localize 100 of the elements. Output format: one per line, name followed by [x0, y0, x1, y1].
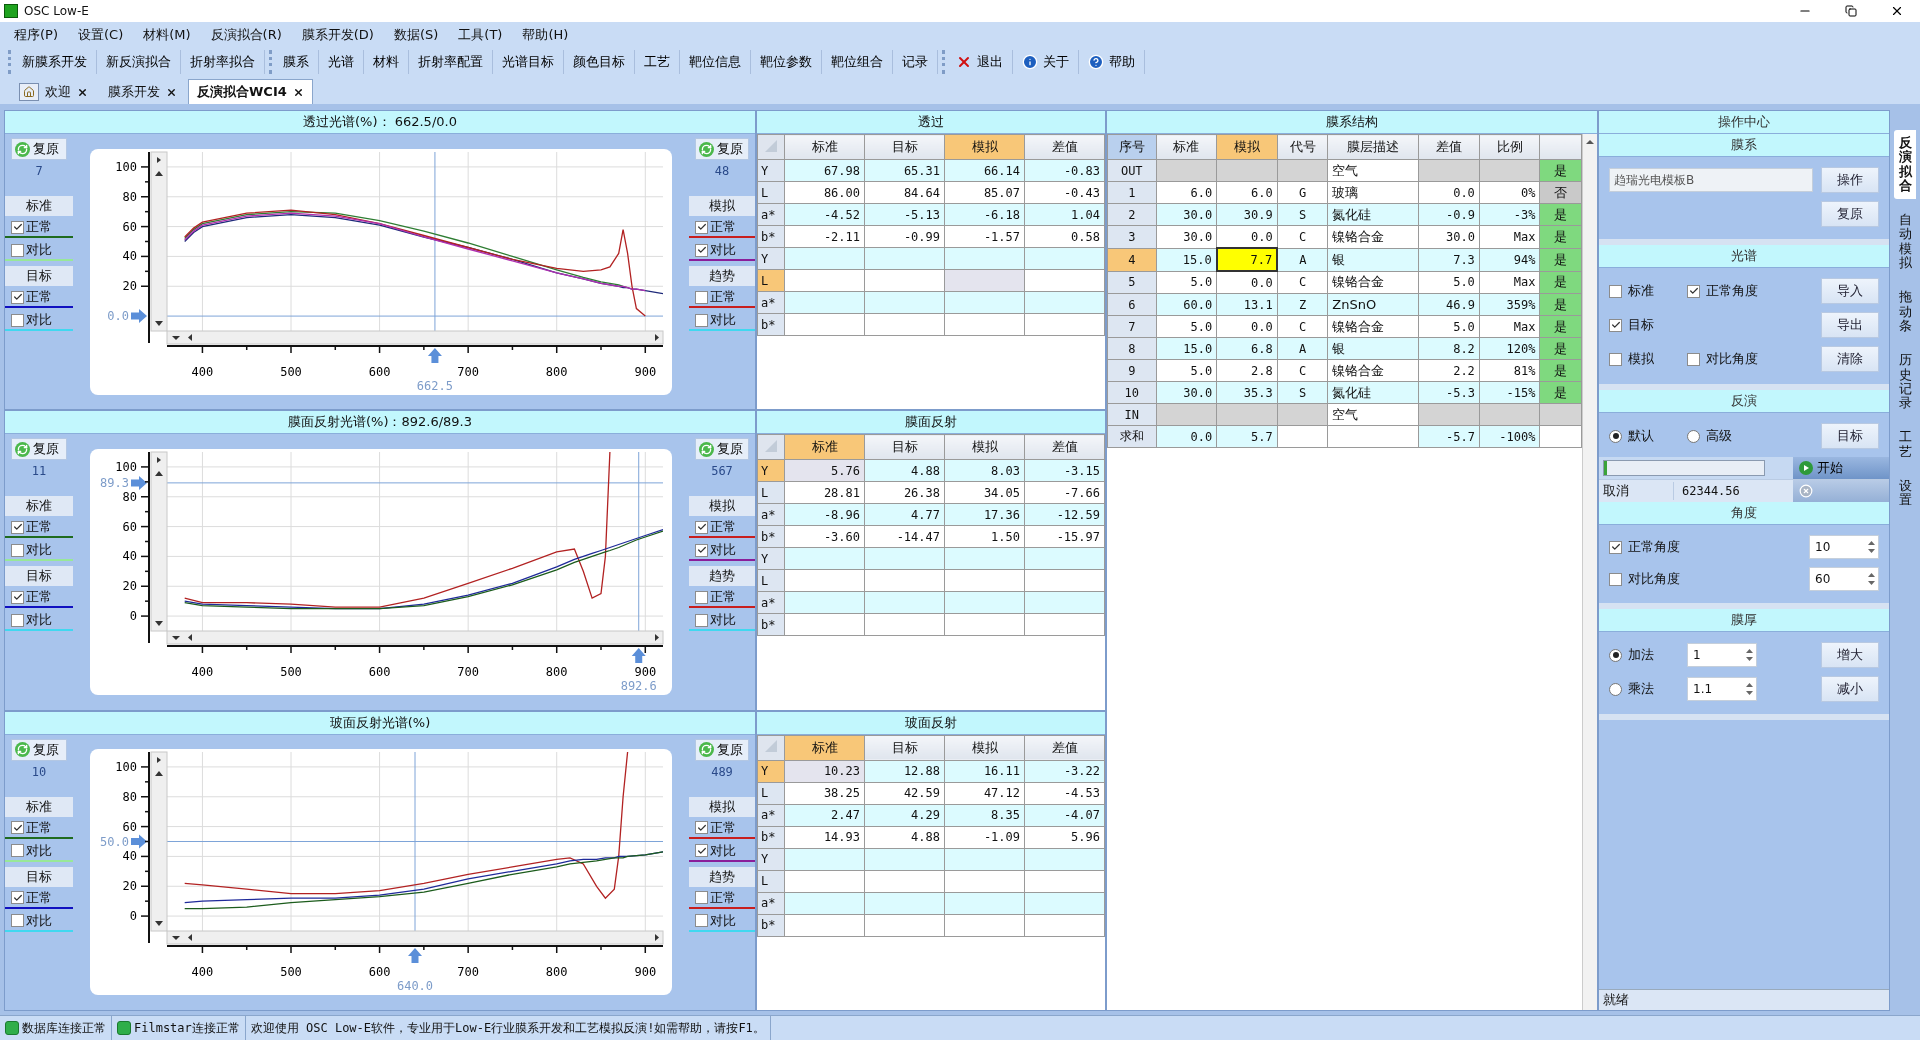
side-tab[interactable]: 拖动条: [1894, 284, 1916, 340]
checkbox[interactable]: [695, 243, 708, 257]
row-header[interactable]: a*: [757, 503, 785, 526]
toolbar-button[interactable]: 颜色目标: [564, 50, 635, 74]
side-tab[interactable]: 设置: [1894, 473, 1916, 514]
action-button[interactable]: 导入: [1821, 278, 1879, 304]
row-header[interactable]: b*: [757, 225, 785, 248]
toolbar-button[interactable]: 帮助: [1079, 50, 1145, 74]
row-header[interactable]: a*: [757, 591, 785, 614]
row-header[interactable]: 6: [1107, 293, 1156, 316]
spin-field[interactable]: 10: [1809, 535, 1879, 559]
checkbox[interactable]: [11, 220, 24, 234]
row-header[interactable]: IN: [1107, 403, 1156, 426]
action-button[interactable]: 操作: [1821, 167, 1879, 193]
checkbox[interactable]: [11, 290, 24, 304]
row-header[interactable]: Y: [757, 760, 785, 783]
checkbox[interactable]: [1609, 572, 1622, 586]
toolbar-button[interactable]: 光谱目标: [493, 50, 564, 74]
row-header[interactable]: 4: [1107, 248, 1156, 271]
tab[interactable]: 膜系开发: [99, 79, 186, 104]
toolbar-button[interactable]: 关于: [1013, 50, 1079, 74]
menu-item[interactable]: 反演拟合(R): [200, 23, 292, 47]
checkbox[interactable]: [11, 821, 24, 835]
row-header[interactable]: b*: [757, 826, 785, 849]
row-header[interactable]: 10: [1107, 381, 1156, 404]
row-header[interactable]: 5: [1107, 271, 1156, 294]
spin-field[interactable]: 1.1: [1687, 677, 1757, 701]
toolbar-button[interactable]: 膜系: [274, 50, 319, 74]
column-header[interactable]: 目标: [864, 434, 945, 460]
toolbar-button[interactable]: 靶位参数: [751, 50, 822, 74]
row-header[interactable]: Y: [757, 459, 785, 482]
checkbox[interactable]: [695, 891, 708, 905]
row-header[interactable]: 3: [1107, 225, 1156, 248]
toolbar-button[interactable]: 折射率拟合: [181, 50, 265, 74]
row-header[interactable]: 9: [1107, 359, 1156, 382]
toolbar-button[interactable]: 新反演拟合: [97, 50, 181, 74]
tab[interactable]: 反演拟合WCI4: [188, 79, 313, 104]
spin-field[interactable]: 1: [1687, 643, 1757, 667]
checkbox[interactable]: [695, 313, 708, 327]
column-header[interactable]: 差值: [1024, 735, 1105, 761]
scrollbar[interactable]: [166, 630, 664, 645]
reset-button[interactable]: 复原: [11, 738, 67, 761]
scrollbar[interactable]: [150, 151, 168, 332]
toolbar-button[interactable]: 光谱: [319, 50, 364, 74]
name-field[interactable]: 趋瑞光电模板B: [1609, 168, 1813, 192]
column-header[interactable]: 模拟: [944, 134, 1025, 160]
menu-item[interactable]: 设置(C): [68, 23, 134, 47]
radio-button[interactable]: [1687, 429, 1700, 443]
column-header[interactable]: 标准: [784, 735, 865, 761]
column-header[interactable]: 模拟: [1216, 134, 1278, 160]
column-header[interactable]: 标准: [1156, 134, 1217, 160]
row-header[interactable]: L: [757, 870, 785, 893]
reset-button[interactable]: 复原: [11, 438, 67, 461]
checkbox[interactable]: [11, 543, 24, 557]
action-button[interactable]: 清除: [1821, 346, 1879, 372]
spin-field[interactable]: 60: [1809, 567, 1879, 591]
action-button[interactable]: 目标: [1821, 423, 1879, 449]
checkbox[interactable]: [1687, 352, 1700, 366]
toolbar-button[interactable]: 靶位信息: [680, 50, 751, 74]
checkbox[interactable]: [11, 914, 24, 928]
menu-item[interactable]: 膜系开发(D): [291, 23, 384, 47]
column-header[interactable]: 差值: [1024, 434, 1105, 460]
row-header[interactable]: a*: [757, 291, 785, 314]
checkbox[interactable]: [695, 613, 708, 627]
close-icon[interactable]: [292, 86, 304, 98]
close-icon[interactable]: [166, 86, 177, 98]
radio-button[interactable]: [1609, 648, 1622, 662]
column-header[interactable]: 代号: [1277, 134, 1328, 160]
start-button[interactable]: 开始: [1793, 457, 1889, 479]
row-header[interactable]: 求和: [1107, 425, 1156, 448]
checkbox[interactable]: [11, 520, 24, 534]
reset-button[interactable]: 复原: [1821, 201, 1879, 227]
row-header[interactable]: Y: [757, 547, 785, 570]
scrollbar[interactable]: [150, 751, 168, 932]
row-header[interactable]: a*: [757, 804, 785, 827]
column-header[interactable]: 比例: [1479, 134, 1540, 160]
tab[interactable]: 欢迎: [10, 79, 97, 104]
row-header[interactable]: b*: [757, 613, 785, 636]
side-tab[interactable]: 历史记录: [1894, 347, 1916, 417]
side-tab[interactable]: 反演拟合: [1894, 130, 1916, 200]
row-header[interactable]: b*: [757, 525, 785, 548]
checkbox[interactable]: [1609, 318, 1622, 332]
column-header[interactable]: 模拟: [944, 735, 1025, 761]
checkbox[interactable]: [1609, 540, 1622, 554]
row-header[interactable]: b*: [757, 313, 785, 336]
row-header[interactable]: Y: [757, 247, 785, 270]
toolbar-button[interactable]: 材料: [364, 50, 409, 74]
checkbox[interactable]: [11, 844, 24, 858]
checkbox[interactable]: [11, 590, 24, 604]
row-header[interactable]: 7: [1107, 315, 1156, 338]
row-header[interactable]: Y: [757, 159, 785, 182]
row-header[interactable]: 8: [1107, 337, 1156, 360]
scrollbar[interactable]: [150, 451, 168, 632]
side-tab[interactable]: 工艺: [1894, 424, 1916, 466]
checkbox[interactable]: [695, 914, 708, 928]
side-tab[interactable]: 自动模拟: [1894, 207, 1916, 277]
radio-button[interactable]: [1609, 429, 1622, 443]
reset-button[interactable]: 复原: [11, 138, 67, 160]
column-header[interactable]: 标准: [784, 134, 865, 160]
toolbar-button[interactable]: 靶位组合: [822, 50, 893, 74]
